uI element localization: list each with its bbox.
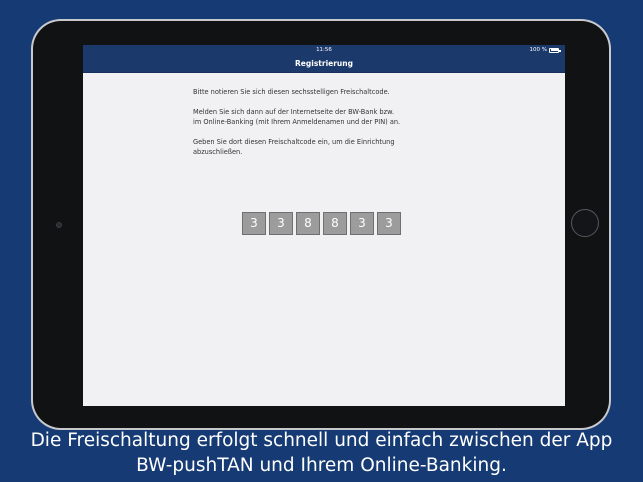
app-screen: 11:56 100 % Registrierung Bitte notieren… — [83, 45, 565, 406]
home-button[interactable] — [571, 209, 599, 237]
status-bar: 11:56 100 % — [83, 45, 565, 55]
instruction-text-3a: Geben Sie dort diesen Freischaltcode ein… — [193, 138, 395, 146]
instruction-text-3b: abzuschließen. — [193, 148, 243, 156]
code-digit: 8 — [296, 212, 320, 235]
page-title: Registrierung — [295, 59, 353, 68]
battery-icon — [549, 47, 561, 53]
instruction-paragraph-1: Bitte notieren Sie sich diesen sechsstel… — [193, 87, 453, 97]
instruction-text-1: Bitte notieren Sie sich diesen sechsstel… — [193, 88, 390, 96]
caption-line-1: Die Freischaltung erfolgt schnell und ei… — [30, 430, 613, 451]
status-battery: 100 % — [529, 47, 561, 53]
activation-code: 3 3 8 8 3 3 — [242, 212, 401, 235]
instructions: Bitte notieren Sie sich diesen sechsstel… — [193, 87, 453, 167]
battery-fill — [550, 49, 558, 51]
nav-bar: Registrierung — [83, 55, 565, 73]
code-digit: 8 — [323, 212, 347, 235]
promo-caption: Die Freischaltung erfolgt schnell und ei… — [0, 428, 643, 478]
code-digit: 3 — [242, 212, 266, 235]
code-digit: 3 — [350, 212, 374, 235]
code-digit: 3 — [269, 212, 293, 235]
status-time: 11:56 — [316, 47, 332, 53]
instruction-paragraph-2: Melden Sie sich dann auf der Internetsei… — [193, 107, 453, 127]
instruction-paragraph-3: Geben Sie dort diesen Freischaltcode ein… — [193, 137, 453, 157]
caption-line-2: BW-pushTAN und Ihrem Online-Banking. — [136, 455, 507, 476]
instruction-text-2a: Melden Sie sich dann auf der Internetsei… — [193, 108, 394, 116]
ipad-bezel: 11:56 100 % Registrierung Bitte notieren… — [33, 21, 609, 428]
ipad-device-frame: 11:56 100 % Registrierung Bitte notieren… — [31, 19, 611, 430]
code-digit: 3 — [377, 212, 401, 235]
battery-percent: 100 % — [529, 47, 547, 53]
instruction-text-2b: im Online-Banking (mit Ihrem Anmeldename… — [193, 118, 401, 126]
front-camera-icon — [56, 222, 62, 228]
